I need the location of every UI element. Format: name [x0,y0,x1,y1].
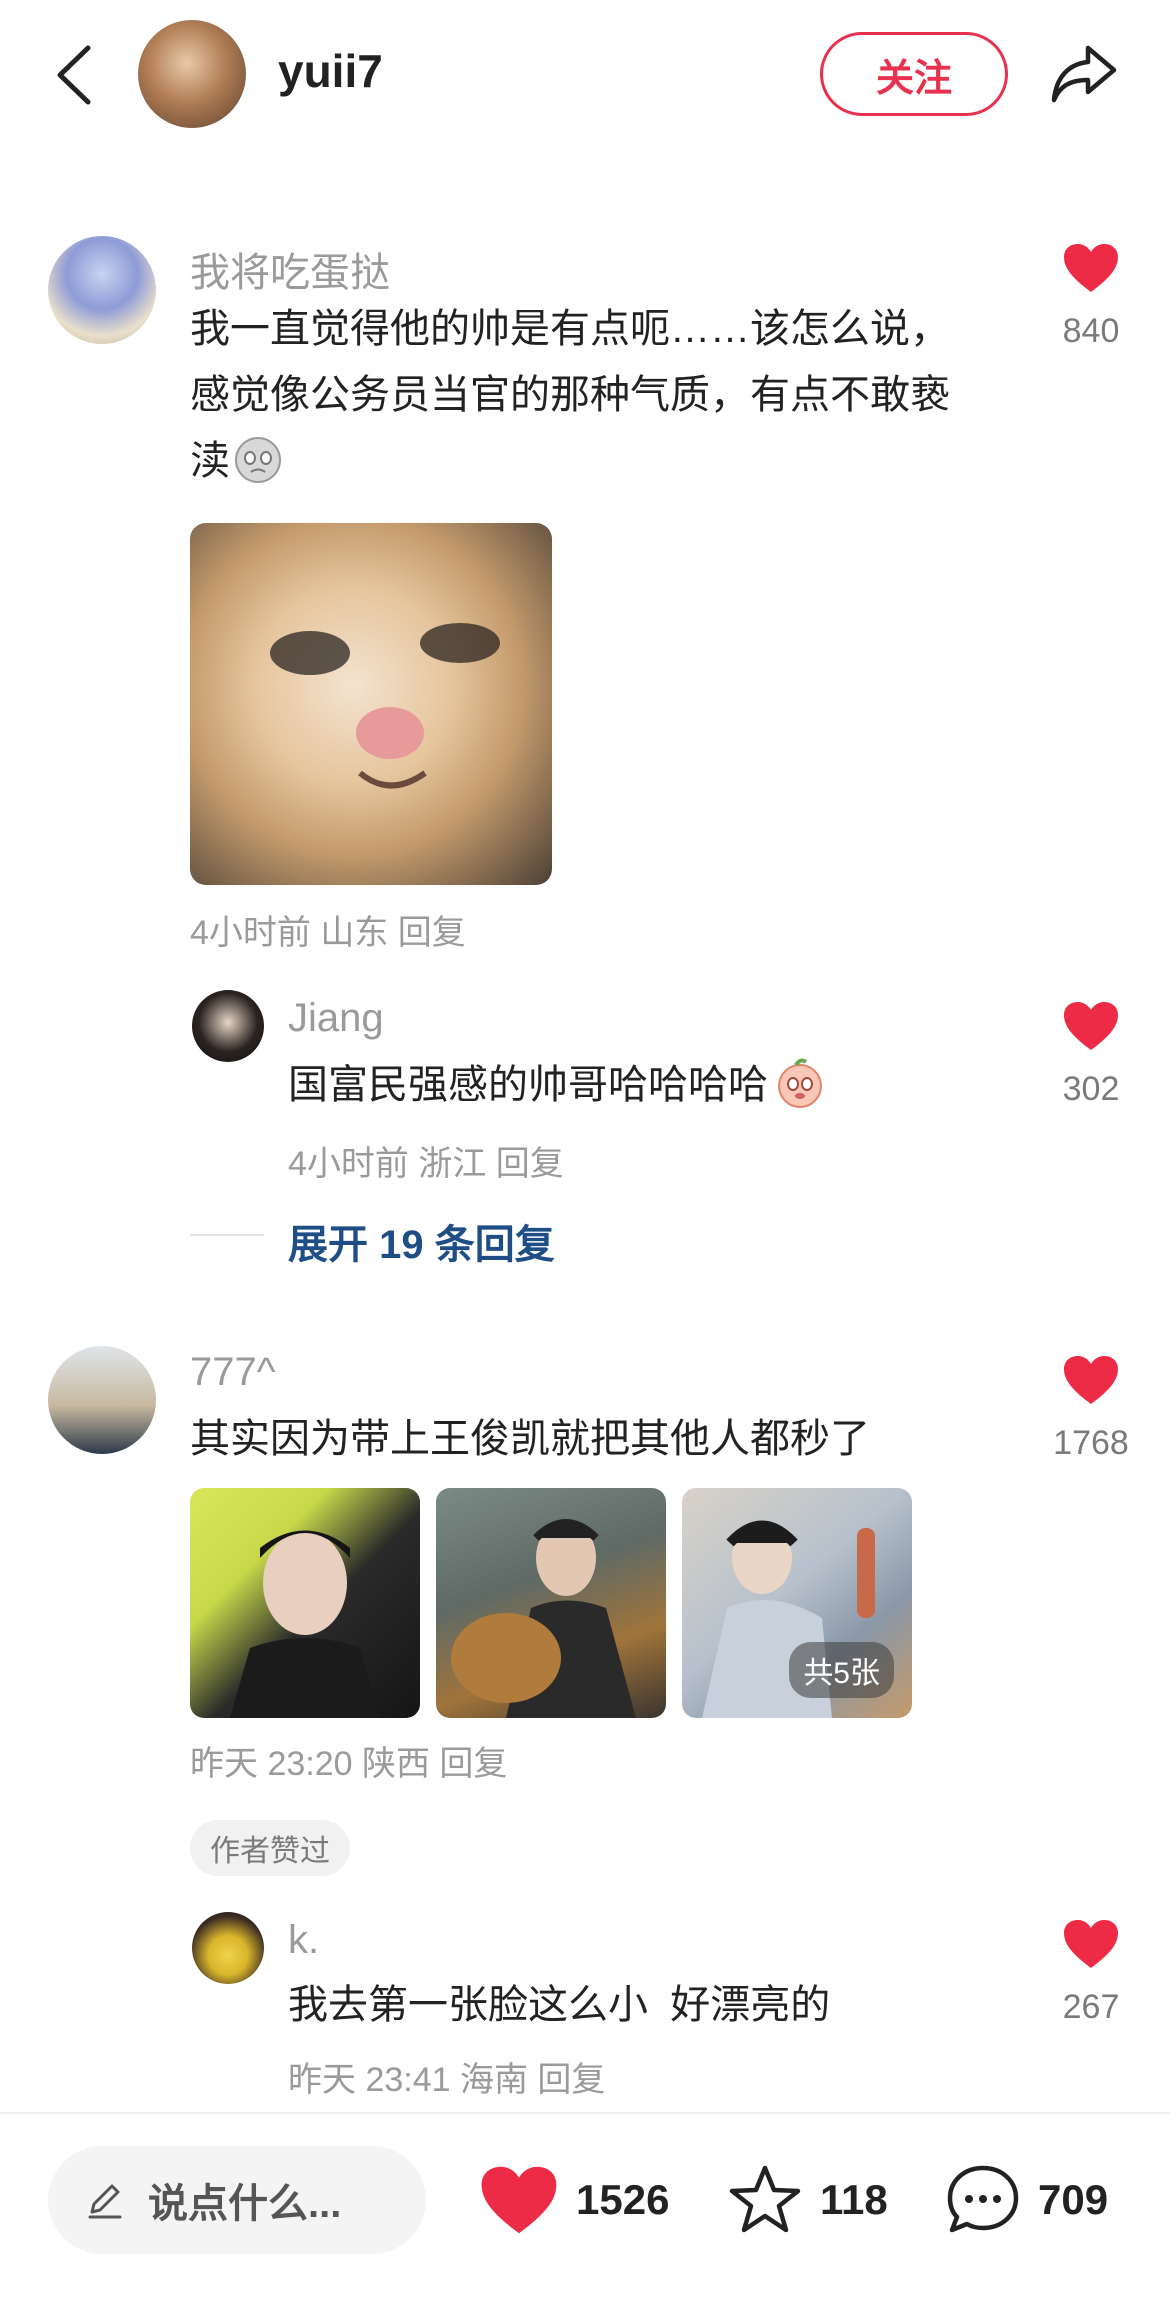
comment-text-tail: 渎 [190,439,230,483]
reply-text: 国富民强感的帅哥哈哈哈哈 [288,1052,828,1118]
peach-emoji-icon [778,1058,822,1108]
commenter-name[interactable]: 我将吃蛋挞 [190,240,390,298]
comment-image-thumb[interactable] [190,1488,420,1718]
like-count: 302 [1062,1070,1120,1108]
comment-meta[interactable]: 4小时前 山东 回复 [190,905,466,954]
replier-name[interactable]: k. [288,1918,319,1963]
comment-meta[interactable]: 昨天 23:20 陕西 回复 [190,1736,507,1785]
replier-avatar[interactable] [192,990,264,1062]
author-username[interactable]: yuii7 [278,44,383,98]
reply-text: 我去第一张脸这么小 好漂亮的 [288,1983,831,2027]
expand-divider [190,1234,264,1236]
image-count-badge: 共5张 [789,1642,894,1698]
back-icon[interactable] [50,40,100,110]
post-comment-count: 709 [1038,2176,1109,2223]
heart-icon[interactable] [1062,1918,1120,1970]
comment-text-line: 我一直觉得他的帅是有点呃……该怎么说， [190,307,950,351]
post-favorite-count: 118 [820,2176,888,2223]
comment-text-line: 感觉像公务员当官的那种气质，有点不敢亵 [190,373,950,417]
heart-icon[interactable] [1062,1354,1120,1406]
heart-icon[interactable] [1062,242,1120,294]
post-favorite-button[interactable]: 118 [726,2146,888,2254]
commenter-avatar[interactable] [48,1346,156,1454]
heart-icon [481,2166,557,2234]
commenter-avatar[interactable] [48,236,156,344]
pencil-icon [88,2184,122,2219]
like-count: 1768 [1053,1424,1129,1462]
post-like-button[interactable]: 1526 [478,2146,669,2254]
bottom-action-bar: 说点什么... 1526 118 709 [0,2112,1170,2320]
comment-text: 其实因为带上王俊凯就把其他人都秒了 [190,1417,870,1461]
comment-input[interactable]: 说点什么... [48,2146,426,2254]
expand-replies-link[interactable]: 展开 19 条回复 [288,1212,555,1270]
comment-bubble-icon [947,2165,1019,2233]
comment-text-line: 渎 [190,428,284,494]
comment-image-cat[interactable] [190,523,552,885]
follow-button[interactable]: 关注 [820,32,1008,116]
sweat-face-emoji-icon [235,437,281,483]
author-liked-tag: 作者赞过 [190,1820,350,1876]
share-icon[interactable] [1048,40,1120,106]
like-count: 267 [1062,1988,1120,2026]
thumb-illustration [230,1530,380,1718]
replier-name[interactable]: Jiang [288,996,384,1041]
thumb-illustration [451,1519,636,1718]
heart-icon[interactable] [1062,1000,1120,1052]
author-avatar[interactable] [138,20,246,128]
reply-text-content: 国富民强感的帅哥哈哈哈哈 [288,1063,768,1107]
replier-avatar[interactable] [192,1912,264,1984]
top-bar: yuii7 关注 [0,0,1170,150]
post-comment-button[interactable]: 709 [944,2146,1108,2254]
star-icon [729,2165,801,2233]
reply-meta[interactable]: 昨天 23:41 海南 回复 [288,2052,605,2101]
post-like-count: 1526 [576,2176,670,2223]
comment-image-thumb[interactable]: 共5张 [682,1488,912,1718]
commenter-name[interactable]: 777^ [190,1350,276,1395]
like-count: 840 [1062,312,1120,350]
reply-meta[interactable]: 4小时前 浙江 回复 [288,1136,564,1185]
comment-image-thumb[interactable] [436,1488,666,1718]
comment-input-placeholder: 说点什么... [148,2182,342,2226]
cat-photo-illustration [270,623,500,789]
